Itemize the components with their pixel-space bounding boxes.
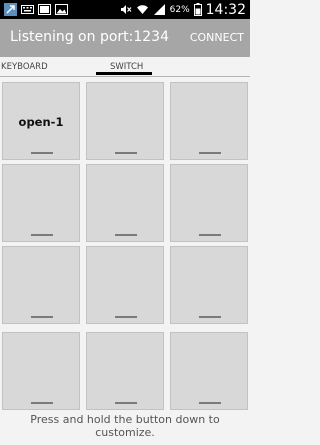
switch-button-indicator	[31, 316, 53, 318]
battery-icon	[193, 3, 202, 16]
wifi-icon	[136, 5, 148, 14]
switch-button-9[interactable]	[170, 246, 248, 324]
selected-tab-indicator	[96, 72, 152, 75]
tab-switch[interactable]: SWITCH	[110, 62, 143, 72]
status-bar: 62% 14:32	[0, 0, 250, 19]
page-title: Listening on port:1234	[10, 29, 169, 45]
switch-button-indicator	[115, 402, 137, 404]
switch-button-1[interactable]: open-1	[2, 82, 80, 160]
switch-button-indicator	[31, 152, 53, 154]
signal-icon	[153, 4, 165, 15]
switch-button-6[interactable]	[170, 164, 248, 242]
switch-button-12[interactable]	[170, 332, 248, 410]
mute-icon	[120, 5, 132, 14]
switch-button-indicator	[115, 152, 137, 154]
tab-bar: KEYBOARD SWITCH	[0, 57, 250, 77]
switch-button-7[interactable]	[2, 246, 80, 324]
action-bar: Listening on port:1234 CONNECT	[0, 19, 250, 57]
switch-button-grid: open-1	[2, 82, 248, 412]
switch-button-indicator	[199, 234, 221, 236]
switch-button-4[interactable]	[2, 164, 80, 242]
notification-icons	[4, 3, 68, 16]
switch-button-11[interactable]	[86, 332, 164, 410]
switch-button-5[interactable]	[86, 164, 164, 242]
switch-button-indicator	[199, 402, 221, 404]
image-icon	[55, 4, 68, 15]
switch-button-2[interactable]	[86, 82, 164, 160]
switch-button-label: open-1	[18, 115, 64, 129]
tab-keyboard[interactable]: KEYBOARD	[1, 62, 48, 72]
switch-button-indicator	[199, 316, 221, 318]
connect-button[interactable]: CONNECT	[190, 31, 244, 44]
switch-button-indicator	[115, 234, 137, 236]
system-indicators: 62% 14:32	[119, 0, 246, 19]
switch-button-10[interactable]	[2, 332, 80, 410]
switch-button-8[interactable]	[86, 246, 164, 324]
switch-button-indicator	[115, 316, 137, 318]
switch-button-indicator	[31, 234, 53, 236]
battery-percent: 62%	[169, 4, 190, 15]
clock: 14:32	[205, 1, 246, 18]
switch-button-indicator	[199, 152, 221, 154]
keyboard-notification-icon	[21, 5, 34, 14]
switch-button-indicator	[31, 402, 53, 404]
footer-hint: Press and hold the button down to custom…	[0, 413, 250, 445]
screenshot-icon	[38, 4, 51, 15]
app-icon	[4, 3, 17, 16]
switch-button-3[interactable]	[170, 82, 248, 160]
